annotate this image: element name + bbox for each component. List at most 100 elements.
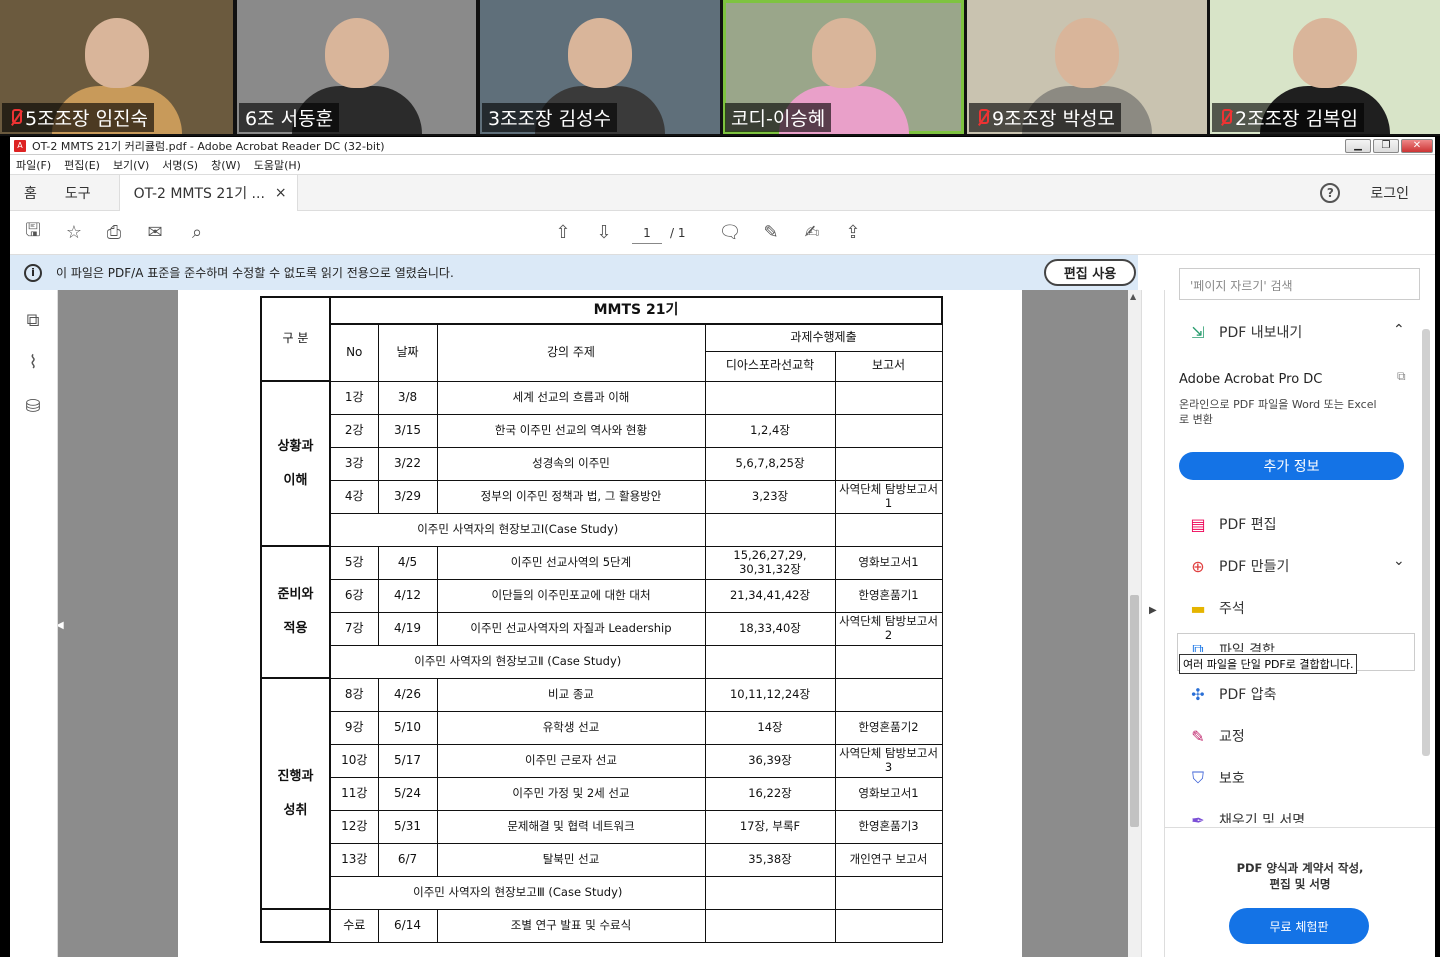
export-pdf-item[interactable]: ⇲ PDF 내보내기 bbox=[1187, 321, 1302, 343]
bookmark-star-icon[interactable]: ☆ bbox=[63, 222, 85, 244]
menu-file[interactable]: 파일(F) bbox=[16, 157, 51, 173]
export-pdf-icon: ⇲ bbox=[1191, 322, 1205, 342]
report-item bbox=[834, 875, 943, 910]
menu-window[interactable]: 창(W) bbox=[211, 157, 241, 173]
lecture-no: 10강 bbox=[329, 743, 379, 778]
lecture-date: 3/22 bbox=[377, 446, 438, 481]
attachments-icon[interactable]: ⌇ bbox=[22, 352, 44, 374]
left-nav-rail: ⧉ ⌇ ⛁ bbox=[10, 290, 58, 957]
participant-tile[interactable]: 3조조장 김성수 bbox=[480, 0, 720, 134]
comment-icon[interactable]: 🗨 bbox=[719, 222, 742, 244]
more-info-button[interactable]: 추가 정보 bbox=[1179, 452, 1404, 480]
report-item: 사역단체 탐방보고서3 bbox=[834, 743, 943, 778]
highlight-pen-icon[interactable]: ✎ bbox=[760, 222, 782, 244]
pro-title: Adobe Acrobat Pro DC bbox=[1179, 372, 1323, 387]
tab-tools[interactable]: 도구 bbox=[51, 183, 105, 203]
group-label-line: 준비와 bbox=[277, 587, 314, 603]
tool-protect[interactable]: ⛉ 보호 bbox=[1187, 767, 1245, 789]
lecture-topic: 유학생 선교 bbox=[436, 710, 706, 745]
tools-pane: '페이지 자르기' 검색 ⇲ PDF 내보내기 ⌃ Adobe Acrobat P… bbox=[1165, 255, 1435, 957]
prev-page-icon[interactable]: ⇧ bbox=[552, 222, 574, 244]
participant-tile-active-speaker[interactable]: 코디-이승혜 bbox=[723, 0, 964, 134]
free-trial-button[interactable]: 무료 체험판 bbox=[1229, 908, 1369, 944]
info-message: 이 파일은 PDF/A 표준을 준수하며 수정할 수 없도록 읽기 전용으로 열… bbox=[56, 266, 454, 280]
menu-help[interactable]: 도움말(H) bbox=[254, 157, 301, 173]
participant-face bbox=[811, 18, 876, 88]
document-scrollbar[interactable]: ▲ bbox=[1128, 290, 1141, 957]
header-date: 날짜 bbox=[377, 323, 438, 382]
case-study-label: 이주민 사역자의 현장보고Ⅰ(Case Study) bbox=[329, 512, 706, 547]
minimize-button[interactable]: ▁ bbox=[1345, 138, 1371, 153]
email-icon[interactable]: ✉ bbox=[144, 222, 166, 244]
help-icon[interactable]: ? bbox=[1320, 182, 1341, 203]
participant-tile[interactable]: 2조조장 김복임 bbox=[1210, 0, 1440, 134]
tab-document-label: OT-2 MMTS 21기 ... bbox=[133, 185, 265, 202]
window-title: OT-2 MMTS 21기 커리큘럼.pdf - Adobe Acrobat R… bbox=[32, 139, 385, 153]
collapse-left-icon[interactable]: ◀ bbox=[58, 620, 64, 631]
tool-comment[interactable]: ▬ 주석 bbox=[1187, 597, 1245, 619]
diaspora-chapters: 14장 bbox=[704, 710, 836, 745]
table-row: 4강 3/29 정부의 이주민 정책과 법, 그 활용방안 3,23장 사역단체 탐방보… bbox=[261, 479, 943, 514]
group-label-line: 진행과 bbox=[277, 768, 314, 784]
diaspora-chapters bbox=[704, 512, 836, 547]
pane-divider bbox=[1165, 827, 1435, 828]
header-no: No bbox=[329, 323, 379, 382]
login-link[interactable]: 로그인 bbox=[1370, 183, 1409, 203]
print-icon[interactable]: ⎙ bbox=[103, 222, 125, 244]
table-row: 7강 4/19 이주민 선교사역자의 자질과 Leadership 18,33,40장… bbox=[261, 611, 943, 646]
menu-sign[interactable]: 서명(S) bbox=[162, 157, 198, 173]
zoom-search-icon[interactable]: ⌕ bbox=[186, 222, 208, 244]
lecture-date: 3/8 bbox=[377, 380, 438, 415]
chevron-down-icon[interactable]: ⌄ bbox=[1393, 553, 1405, 569]
group-label-line: 성취 bbox=[283, 802, 308, 818]
lecture-topic: 이주민 가정 및 2세 선교 bbox=[436, 776, 706, 811]
participant-tile[interactable]: 5조조장 임진숙 bbox=[0, 0, 233, 134]
sign-icon[interactable]: ✍ bbox=[801, 222, 823, 244]
close-window-button[interactable]: ✕ bbox=[1401, 138, 1433, 153]
lecture-date: 5/17 bbox=[377, 743, 438, 778]
participant-tile[interactable]: 9조조장 박성모 bbox=[967, 0, 1207, 134]
tool-compress[interactable]: ✣ PDF 압축 bbox=[1187, 683, 1276, 705]
next-page-icon[interactable]: ⇩ bbox=[593, 222, 615, 244]
tool-edit-pdf[interactable]: ▤ PDF 편집 bbox=[1187, 513, 1276, 535]
case-study-label: 이주민 사역자의 현장보고Ⅱ (Case Study) bbox=[329, 644, 706, 679]
case-study-label: 이주민 사역자의 현장보고Ⅲ (Case Study) bbox=[329, 875, 706, 910]
table-row: 상황과 이해 1강 3/8 세계 선교의 흐름과 이해 bbox=[260, 380, 943, 547]
tool-comment-label: 주석 bbox=[1219, 601, 1245, 617]
lecture-date: 4/5 bbox=[377, 545, 438, 580]
header-category: 구 분 bbox=[260, 296, 331, 382]
layers-icon[interactable]: ⛁ bbox=[22, 396, 44, 418]
tab-document[interactable]: OT-2 MMTS 21기 ... × bbox=[118, 174, 298, 211]
save-icon[interactable]: 🖫 bbox=[22, 220, 44, 244]
pro-info-icon[interactable]: ⧉ bbox=[1397, 369, 1406, 384]
lecture-date: 5/24 bbox=[377, 776, 438, 811]
menu-edit[interactable]: 편집(E) bbox=[64, 157, 100, 173]
tools-pane-scroll-thumb[interactable] bbox=[1422, 329, 1430, 756]
table-row: 진행과 성취 8강 4/26 비교 종교 10,11,12,24장 bbox=[260, 677, 943, 910]
enable-editing-button[interactable]: 편집 사용 bbox=[1044, 259, 1136, 286]
diaspora-chapters: 18,33,40장 bbox=[704, 611, 836, 646]
page-thumbnails-icon[interactable]: ⧉ bbox=[22, 310, 44, 332]
pdf-page: 구 분 MMTS 21기 No 날짜 강의 주제 과제수행제출 디아스포라선교학… bbox=[178, 290, 1022, 957]
tool-create-pdf[interactable]: ⊕ PDF 만들기 bbox=[1187, 555, 1289, 577]
tab-home[interactable]: 홈 bbox=[10, 183, 51, 203]
tools-pane-scrollbar[interactable] bbox=[1420, 315, 1432, 828]
group-label: 상황과 이해 bbox=[260, 380, 331, 547]
right-pane-toggle[interactable]: ▶ bbox=[1141, 290, 1165, 957]
tab-close-icon[interactable]: × bbox=[275, 185, 287, 201]
share-icon[interactable]: ⇪ bbox=[842, 222, 864, 244]
page-number-input[interactable]: 1 bbox=[632, 222, 662, 244]
document-viewport[interactable]: ◀ 구 분 MMTS 21기 No 날짜 강의 주제 과제수행제출 디아스포라선… bbox=[58, 290, 1128, 957]
participant-tile[interactable]: 6조 서동훈 bbox=[237, 0, 476, 134]
scrollbar-thumb[interactable] bbox=[1130, 595, 1139, 827]
restore-button[interactable]: ❐ bbox=[1373, 138, 1399, 153]
tool-search-input[interactable]: '페이지 자르기' 검색 bbox=[1179, 268, 1420, 300]
report-item bbox=[834, 644, 943, 679]
chevron-up-icon[interactable]: ⌃ bbox=[1393, 322, 1405, 338]
menu-view[interactable]: 보기(V) bbox=[113, 157, 149, 173]
comment-tool-icon: ▬ bbox=[1190, 598, 1206, 618]
tool-review[interactable]: ✎ 교정 bbox=[1187, 725, 1244, 747]
scroll-up-icon[interactable]: ▲ bbox=[1130, 292, 1136, 301]
promo-line-1: PDF 양식과 계약서 작성, bbox=[1236, 861, 1364, 875]
expand-right-icon[interactable]: ▶ bbox=[1149, 605, 1157, 616]
